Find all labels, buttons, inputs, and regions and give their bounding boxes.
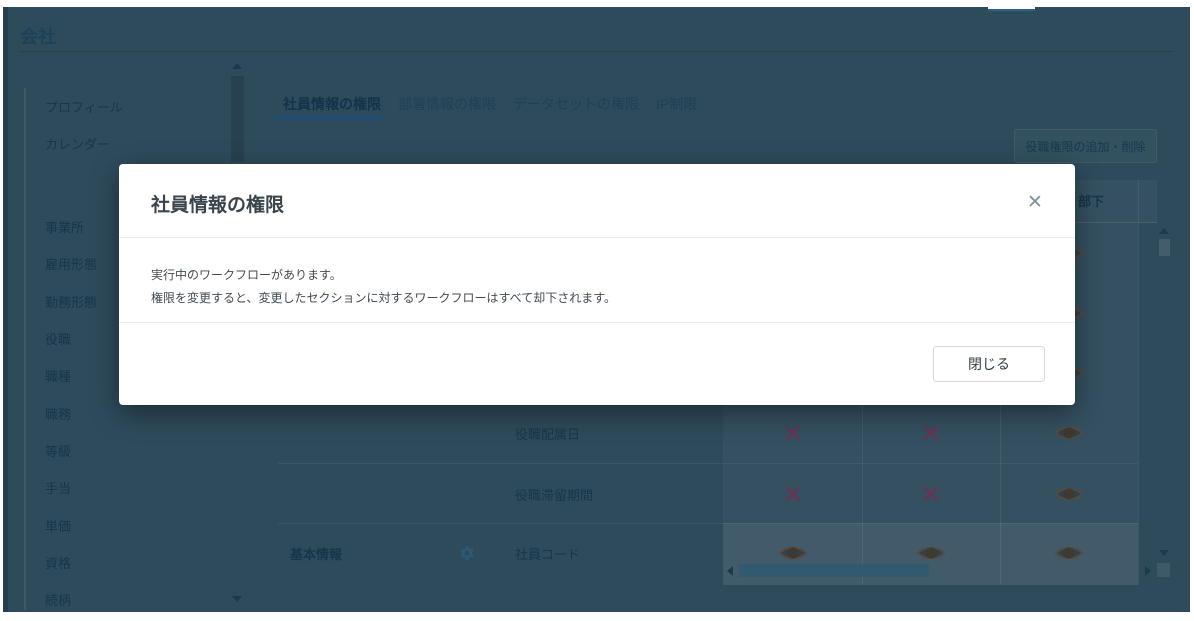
view-eye-icon[interactable]	[778, 543, 808, 563]
page-title: 会社	[20, 27, 56, 47]
row-divider	[278, 463, 1138, 464]
sidebar-scrollbar-thumb[interactable]	[231, 76, 244, 162]
column-divider	[1138, 180, 1139, 585]
employee-permissions-modal: 社員情報の権限 ✕ 実行中のワークフローがあります。 権限を変更すると、変更した…	[119, 164, 1075, 405]
sidebar-item-job-category[interactable]: 職種	[45, 368, 71, 386]
sidebar-item-duty[interactable]: 職務	[45, 406, 71, 424]
modal-title: 社員情報の権限	[151, 195, 285, 216]
tab-employee-info-permissions[interactable]: 社員情報の権限	[283, 94, 381, 114]
deny-x-icon[interactable]	[922, 485, 940, 503]
screen: 会社 プロフィール カレンダー 事業所 雇用形態 勤務形態 役職 職種 職務 等…	[0, 0, 1194, 621]
sidebar-item-grade[interactable]: 等級	[45, 443, 71, 461]
modal-body: 実行中のワークフローがあります。 権限を変更すると、変更したセクションに対するワ…	[119, 238, 1075, 323]
modal-message-line-1: 実行中のワークフローがあります。	[151, 268, 342, 282]
view-eye-icon[interactable]	[1054, 543, 1084, 563]
view-eye-icon[interactable]	[1054, 423, 1084, 443]
tab-ip-restriction[interactable]: IP制限	[656, 94, 697, 114]
sidebar-left-border	[24, 88, 26, 610]
title-divider	[20, 51, 1174, 52]
modal-footer: 閉じる	[119, 323, 1075, 405]
sidebar-item-allowance[interactable]: 手当	[45, 480, 71, 498]
sidebar-item-qualification[interactable]: 資格	[45, 555, 71, 573]
row-label: 役職滞留期間	[515, 488, 594, 503]
table-vertical-scrollbar-thumb[interactable]	[1159, 239, 1170, 256]
table-scroll-right-icon[interactable]	[1145, 566, 1151, 576]
sidebar-item-employment-type[interactable]: 雇用形態	[45, 256, 97, 274]
deny-x-icon[interactable]	[922, 424, 940, 442]
view-eye-icon[interactable]	[916, 543, 946, 563]
gear-icon[interactable]	[459, 545, 476, 562]
close-button[interactable]: 閉じる	[933, 346, 1045, 382]
deny-x-icon[interactable]	[784, 485, 802, 503]
tab-department-info-permissions[interactable]: 部署情報の権限	[398, 94, 496, 114]
sidebar-item-relationship[interactable]: 続柄	[45, 592, 71, 610]
scrollbar-corner	[1157, 563, 1170, 577]
deny-x-icon[interactable]	[784, 424, 802, 442]
sidebar-item-unit-price[interactable]: 単価	[45, 518, 71, 536]
table-scroll-left-icon[interactable]	[727, 566, 733, 576]
row-label: 社員コード	[515, 547, 581, 562]
table-scroll-down-icon[interactable]	[1159, 550, 1169, 556]
sidebar-item-calendar[interactable]: カレンダー	[45, 136, 110, 154]
sidebar-scroll-down-icon[interactable]	[232, 596, 242, 602]
sidebar-scroll-up-icon[interactable]	[232, 63, 242, 69]
row-label: 役職配属日	[515, 427, 581, 442]
view-eye-icon[interactable]	[1054, 484, 1084, 504]
modal-header: 社員情報の権限 ✕	[119, 164, 1075, 238]
left-edge-shade	[3, 7, 8, 612]
sidebar-item-office[interactable]: 事業所	[45, 219, 84, 237]
top-notch-accent-line	[988, 9, 1035, 11]
modal-message-line-2: 権限を変更すると、変更したセクションに対するワークフローはすべて却下されます。	[151, 291, 617, 305]
table-horizontal-scrollbar-thumb[interactable]	[739, 564, 929, 577]
add-remove-role-permission-button[interactable]: 役職権限の追加・削除	[1014, 129, 1157, 163]
table-scroll-up-icon[interactable]	[1159, 228, 1169, 234]
sidebar-item-work-style[interactable]: 勤務形態	[45, 294, 97, 312]
sidebar-item-profile[interactable]: プロフィール	[45, 99, 123, 117]
tab-dataset-permissions[interactable]: データセットの権限	[513, 94, 639, 114]
column-header-subordinates: 部下	[1078, 194, 1105, 209]
permission-tabs: 社員情報の権限 部署情報の権限 データセットの権限 IP制限	[283, 94, 697, 114]
section-label: 基本情報	[290, 547, 343, 562]
close-icon[interactable]: ✕	[1021, 188, 1049, 216]
sidebar-item-position[interactable]: 役職	[45, 331, 71, 349]
active-tab-underline	[275, 116, 382, 119]
